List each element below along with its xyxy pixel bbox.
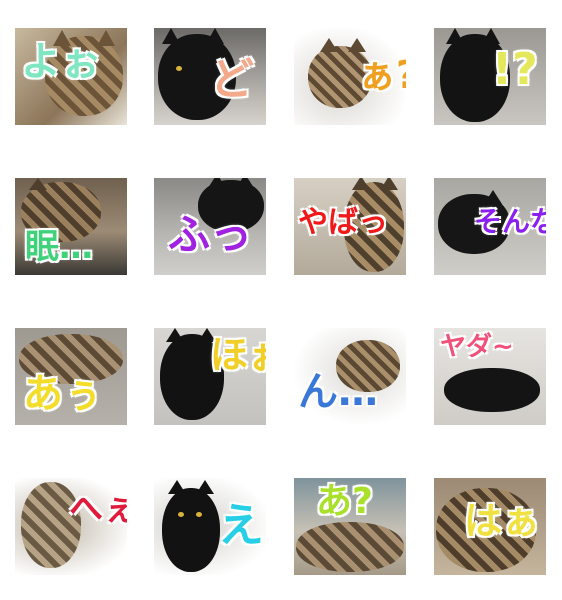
- sticker-caption: 眠…: [25, 227, 93, 267]
- sticker-9[interactable]: あぅ: [15, 328, 127, 425]
- sticker-caption: はぁ: [464, 499, 541, 543]
- sticker-15[interactable]: あ?: [294, 478, 406, 575]
- sticker-caption: やばっ: [298, 205, 388, 240]
- sticker-11[interactable]: ん…: [294, 328, 406, 425]
- sticker-7[interactable]: やばっ: [294, 178, 406, 275]
- sticker-caption: よぉ: [21, 39, 101, 85]
- sticker-16[interactable]: はぁ: [434, 478, 546, 575]
- sticker-caption: あ?: [316, 481, 373, 522]
- sticker-5[interactable]: 眠…: [15, 178, 127, 275]
- sticker-caption: ふっ: [168, 210, 253, 259]
- sticker-2[interactable]: ど: [154, 28, 266, 125]
- sticker-caption: ん…: [298, 369, 378, 415]
- sticker-12[interactable]: ヤダ~: [434, 328, 546, 425]
- sticker-caption: え: [218, 498, 264, 552]
- sticker-grid: よぉ ど ぁ? !? 眠…: [0, 0, 562, 600]
- sticker-13[interactable]: へぇ: [15, 478, 127, 575]
- sticker-4[interactable]: !?: [434, 28, 546, 125]
- sticker-10[interactable]: ほぉ: [154, 328, 266, 425]
- sticker-1[interactable]: よぉ: [15, 28, 127, 125]
- sticker-caption: そんな: [474, 205, 546, 238]
- sticker-6[interactable]: ふっ: [154, 178, 266, 275]
- sticker-caption: ど: [210, 54, 254, 105]
- sticker-caption: へぇ: [69, 489, 127, 529]
- sticker-caption: ヤダ~: [440, 332, 514, 362]
- sticker-8[interactable]: そんな: [434, 178, 546, 275]
- sticker-14[interactable]: え: [154, 478, 266, 575]
- sticker-3[interactable]: ぁ?: [294, 28, 406, 125]
- sticker-caption: !?: [492, 44, 538, 95]
- sticker-caption: あぅ: [23, 371, 103, 417]
- sticker-caption: ほぉ: [210, 333, 266, 377]
- sticker-caption: ぁ?: [358, 53, 406, 97]
